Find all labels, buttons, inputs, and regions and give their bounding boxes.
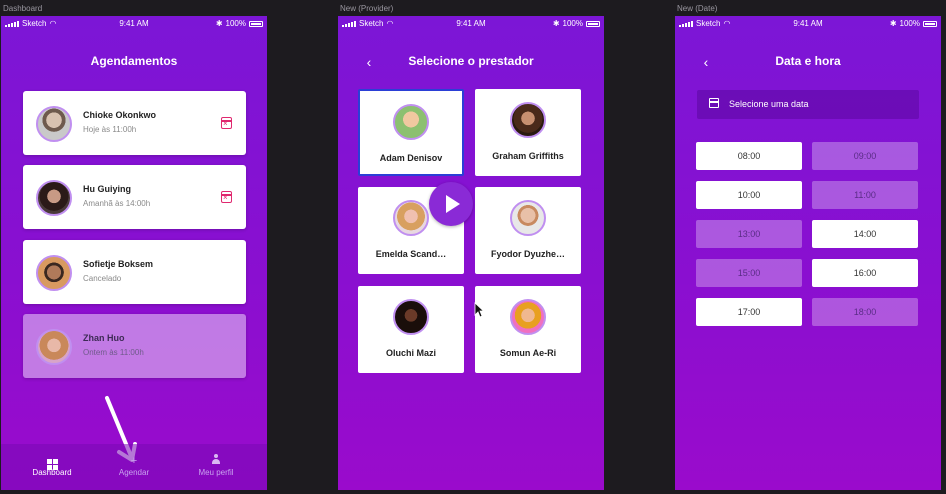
avatar [393, 299, 429, 335]
provider-name: Adam Denisov [379, 153, 443, 163]
battery-label: 100% [562, 19, 583, 28]
bluetooth-icon: ✱ [552, 19, 560, 28]
status-bar: Sketch ◠ 9:41 AM ✱ 100% [1, 16, 267, 30]
battery-icon [249, 20, 263, 27]
battery-label: 100% [225, 19, 246, 28]
battery-icon [586, 20, 600, 27]
avatar [36, 106, 72, 142]
person-icon [211, 454, 221, 465]
provider-name: Emelda Scand… [375, 249, 447, 259]
time-slot: 18:00 [812, 298, 918, 326]
tab-bar: Dashboard + Agendar Meu perfil [1, 444, 267, 490]
appointment-name: Sofietje Boksem [83, 259, 154, 269]
page-title: Agendamentos [90, 54, 178, 68]
status-bar: Sketch ◠ 9:41 AM ✱ 100% [675, 16, 941, 30]
tab-meu-perfil[interactable]: Meu perfil [181, 454, 251, 477]
tab-label: Dashboard [32, 468, 72, 477]
tab-label: Agendar [118, 468, 150, 477]
appointment-card[interactable]: Sofietje Boksem Cancelado [23, 240, 246, 304]
time-slot[interactable]: 17:00 [696, 298, 802, 326]
avatar [510, 200, 546, 236]
avatar [393, 104, 429, 140]
provider-name: Somun Ae-Ri [499, 348, 557, 358]
provider-card[interactable]: Adam Denisov [358, 89, 464, 176]
cancel-calendar-icon[interactable] [221, 191, 232, 203]
battery-icon [923, 20, 937, 27]
avatar [510, 102, 546, 138]
avatar [510, 299, 546, 335]
time-slot[interactable]: 14:00 [812, 220, 918, 248]
tab-dashboard[interactable]: Dashboard [17, 454, 87, 477]
avatar [36, 255, 72, 291]
cursor-icon [474, 302, 484, 318]
tab-label: Meu perfil [198, 468, 234, 477]
appointment-detail: Ontem às 11:00h [83, 348, 144, 357]
appointment-card[interactable]: Zhan Huo Ontem às 11:00h [23, 314, 246, 378]
avatar [36, 329, 72, 365]
artboard-label-date: New (Date) [677, 4, 718, 13]
plus-icon: + [130, 455, 138, 467]
time-slot[interactable]: 16:00 [812, 259, 918, 287]
page-title: Data e hora [775, 54, 841, 68]
cancel-calendar-icon[interactable] [221, 117, 232, 129]
appointment-detail: Hoje às 11:00h [83, 125, 137, 134]
play-icon[interactable] [429, 182, 473, 226]
date-screen: Sketch ◠ 9:41 AM ✱ 100% ‹ Data e hora Sele… [675, 16, 941, 490]
provider-name: Oluchi Mazi [385, 348, 436, 358]
calendar-icon [709, 98, 719, 108]
time-slot[interactable]: 08:00 [696, 142, 802, 170]
page-title: Selecione o prestador [408, 54, 534, 68]
provider-name: Fyodor Dyuzhe… [490, 249, 565, 259]
time-slot: 09:00 [812, 142, 918, 170]
appointment-detail: Amanhã às 14:00h [83, 199, 151, 208]
provider-card[interactable]: Somun Ae-Ri [475, 286, 581, 373]
appointment-name: Chioke Okonkwo [83, 110, 157, 120]
date-picker-field[interactable]: Selecione uma data [697, 90, 919, 119]
time-slot: 15:00 [696, 259, 802, 287]
battery-label: 100% [899, 19, 920, 28]
time-slot[interactable]: 10:00 [696, 181, 802, 209]
provider-card[interactable]: Oluchi Mazi [358, 286, 464, 373]
provider-name: Graham Griffiths [492, 151, 564, 161]
tab-agendar[interactable]: + Agendar [99, 454, 169, 477]
status-bar: Sketch ◠ 9:41 AM ✱ 100% [338, 16, 604, 30]
date-picker-label: Selecione uma data [729, 99, 809, 109]
bluetooth-icon: ✱ [215, 19, 223, 28]
bluetooth-icon: ✱ [889, 19, 897, 28]
provider-card[interactable]: Graham Griffiths [475, 89, 581, 176]
appointment-card[interactable]: Hu Guiying Amanhã às 14:00h [23, 165, 246, 229]
artboard-label-dashboard: Dashboard [3, 4, 43, 13]
artboard-label-provider: New (Provider) [340, 4, 394, 13]
avatar [36, 180, 72, 216]
provider-card[interactable]: Fyodor Dyuzhe… [475, 187, 581, 274]
avatar [393, 200, 429, 236]
dashboard-screen: Sketch ◠ 9:41 AM ✱ 100% Agendamentos Chiok… [1, 16, 267, 490]
provider-screen: Sketch ◠ 9:41 AM ✱ 100% ‹ Selecione o pres… [338, 16, 604, 490]
time-slot: 11:00 [812, 181, 918, 209]
appointment-name: Zhan Huo [83, 333, 125, 343]
time-slot: 13:00 [696, 220, 802, 248]
appointment-card[interactable]: Chioke Okonkwo Hoje às 11:00h [23, 91, 246, 155]
appointment-name: Hu Guiying [83, 184, 131, 194]
appointment-detail: Cancelado [83, 274, 122, 283]
